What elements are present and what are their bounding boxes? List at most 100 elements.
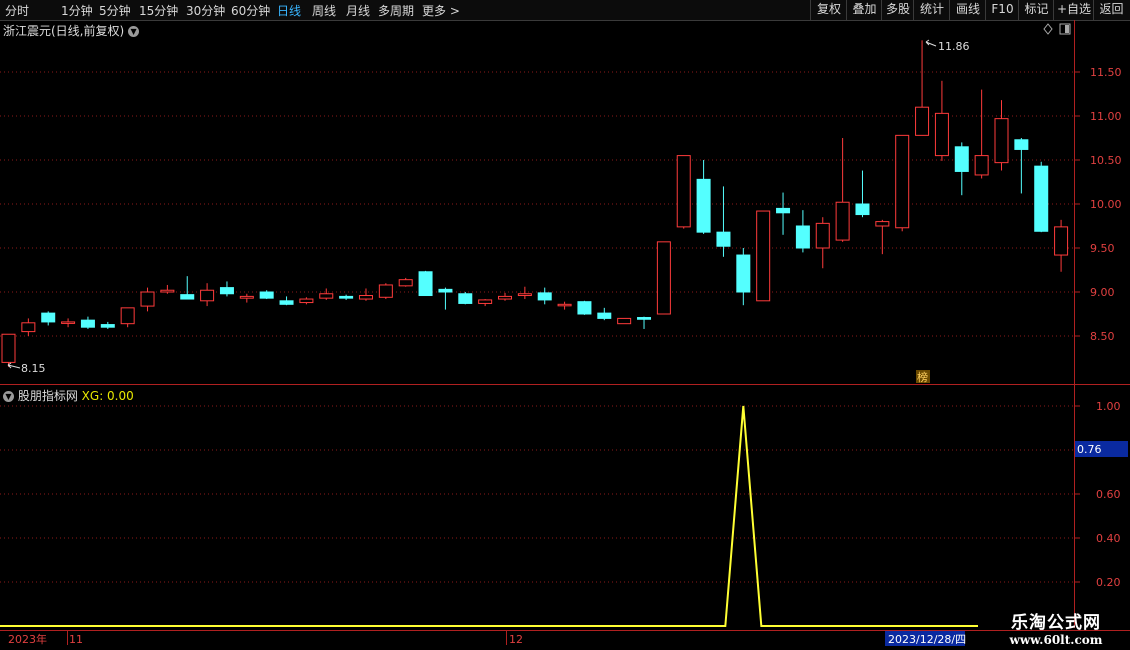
candle bbox=[954, 142, 969, 196]
candle-body bbox=[954, 146, 969, 172]
candle bbox=[339, 294, 354, 300]
candle bbox=[974, 89, 989, 179]
watermark-line1: 乐淘公式网 bbox=[1011, 613, 1101, 633]
candle-body bbox=[656, 241, 671, 315]
xg-line bbox=[0, 405, 978, 627]
price-tick-label: 10.50 bbox=[1090, 154, 1122, 167]
candle bbox=[855, 170, 870, 218]
candle-body bbox=[875, 221, 890, 227]
candle-body bbox=[1034, 165, 1049, 232]
candle-body bbox=[835, 201, 850, 241]
watermark-logo: 乐淘公式网 www.60lt.com bbox=[986, 608, 1126, 647]
candle bbox=[815, 217, 830, 269]
candle-body bbox=[100, 324, 115, 328]
candle-body bbox=[180, 294, 195, 300]
panel-toggle-icon-fill bbox=[1065, 25, 1069, 33]
candle-body bbox=[855, 203, 870, 216]
candle bbox=[1034, 161, 1049, 233]
candle bbox=[716, 186, 731, 257]
candle-body bbox=[915, 106, 930, 136]
candles bbox=[1, 40, 1069, 367]
candle bbox=[398, 277, 413, 287]
candle-body bbox=[239, 295, 254, 299]
candle bbox=[200, 283, 215, 307]
candle bbox=[438, 287, 453, 310]
candle bbox=[259, 290, 274, 300]
candle-body bbox=[160, 289, 175, 293]
candle-body bbox=[458, 293, 473, 304]
candle bbox=[478, 299, 493, 307]
candle bbox=[1054, 219, 1069, 272]
candle bbox=[378, 283, 393, 300]
candle bbox=[795, 210, 810, 253]
price-tick-label: 11.00 bbox=[1090, 110, 1122, 123]
candle bbox=[80, 316, 95, 329]
candle bbox=[617, 317, 632, 325]
price-tick-label: 9.00 bbox=[1090, 286, 1115, 299]
candle-body bbox=[21, 322, 36, 333]
candle bbox=[835, 138, 850, 242]
date-axis-nov: 11 bbox=[69, 633, 83, 646]
candle bbox=[637, 316, 652, 329]
candle bbox=[875, 219, 890, 255]
candle-body bbox=[637, 317, 652, 320]
candle bbox=[1, 333, 16, 367]
candle bbox=[656, 241, 671, 315]
candle-body bbox=[696, 178, 711, 233]
candle-body bbox=[517, 293, 532, 297]
candle-body bbox=[617, 317, 632, 325]
grid-lines bbox=[0, 71, 1074, 583]
candle bbox=[219, 281, 234, 297]
candle-body bbox=[259, 291, 274, 299]
candle bbox=[517, 286, 532, 300]
candle bbox=[597, 307, 612, 321]
candle bbox=[676, 155, 691, 229]
indicator-tick-label: 1.00 bbox=[1096, 400, 1121, 413]
candle bbox=[61, 318, 76, 328]
candle bbox=[696, 160, 711, 234]
candle-body bbox=[597, 312, 612, 319]
low-pointer-icon bbox=[7, 362, 21, 369]
candle bbox=[557, 301, 572, 310]
price-axis: 11.50 11.00 10.50 10.00 9.50 9.00 8.50 bbox=[1074, 66, 1122, 343]
date-axis-dec: 12 bbox=[509, 633, 523, 646]
candle bbox=[140, 287, 155, 312]
low-price-label: 8.15 bbox=[21, 362, 46, 375]
candle-body bbox=[279, 300, 294, 305]
rank-badge-text: 榜 bbox=[917, 370, 928, 384]
candle-body bbox=[41, 312, 56, 323]
candle bbox=[895, 134, 910, 232]
candle bbox=[1014, 138, 1029, 194]
candle-body bbox=[438, 288, 453, 293]
candle-body bbox=[398, 279, 413, 287]
high-pointer-icon bbox=[925, 39, 937, 47]
candle-body bbox=[1014, 139, 1029, 150]
candle-body bbox=[418, 271, 433, 297]
candle-body bbox=[974, 155, 989, 176]
candle-body bbox=[1054, 226, 1069, 256]
indicator-tick-label: 0.60 bbox=[1096, 488, 1121, 501]
price-tick-label: 8.50 bbox=[1090, 330, 1115, 343]
candle bbox=[180, 276, 195, 300]
candle-body bbox=[80, 319, 95, 328]
candle-body bbox=[61, 321, 76, 324]
candle-body bbox=[498, 295, 512, 300]
candle-body bbox=[716, 231, 731, 247]
candle bbox=[756, 210, 771, 302]
candle-body bbox=[140, 291, 155, 307]
candle-body bbox=[756, 210, 771, 302]
indicator-tick-label: 0.20 bbox=[1096, 576, 1121, 589]
candle-body bbox=[537, 292, 552, 301]
candle-body bbox=[557, 303, 572, 307]
candle-body bbox=[478, 299, 493, 304]
price-tick-label: 11.50 bbox=[1090, 66, 1122, 79]
candle-body bbox=[895, 134, 910, 229]
candle-body bbox=[795, 225, 810, 249]
date-axis-year: 2023年 bbox=[8, 632, 47, 646]
watermark-line2: www.60lt.com bbox=[1009, 633, 1103, 647]
diamond-icon[interactable] bbox=[1043, 23, 1053, 35]
indicator-tick-label: 0.40 bbox=[1096, 532, 1121, 545]
stock-chart[interactable]: 11.5011.0010.5010.009.509.008.50 1.000.8… bbox=[0, 0, 1130, 650]
cursor-value-text: 0.76 bbox=[1077, 443, 1102, 456]
candle-body bbox=[815, 222, 830, 249]
